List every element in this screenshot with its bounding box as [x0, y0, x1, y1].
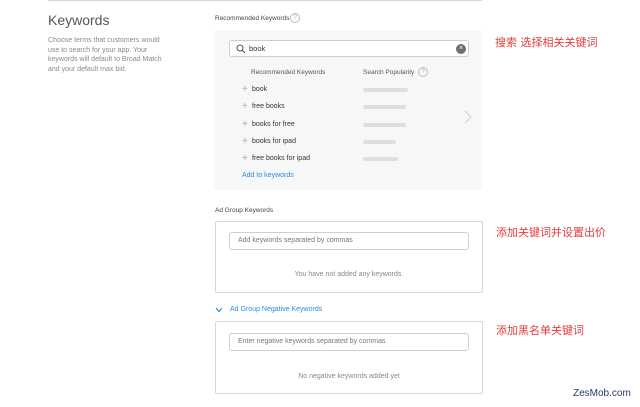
ad-group-keywords-placeholder: Add keywords separated by commas: [238, 237, 353, 244]
add-keyword-icon[interactable]: +: [242, 102, 248, 112]
negative-keywords-panel: [215, 321, 483, 394]
add-keyword-icon[interactable]: +: [242, 154, 248, 164]
popularity-bar: [363, 139, 396, 144]
keywords-section-description: Choose terms that customers would use to…: [48, 37, 162, 73]
annotation-negative-keywords: 添加黑名单关键词: [496, 324, 584, 337]
column-header-popularity: Search Popularity: [363, 69, 415, 76]
chevron-down-icon[interactable]: [215, 307, 223, 313]
keyword-text: free books for ipad: [252, 155, 310, 163]
keyword-text: books for free: [252, 120, 295, 128]
keyword-row[interactable]: + books for ipad: [242, 136, 442, 151]
negative-keywords-placeholder: Enter negative keywords separated by com…: [238, 338, 386, 345]
add-to-keywords-link[interactable]: Add to keywords: [242, 172, 294, 179]
keyword-row[interactable]: + books for free: [242, 119, 442, 134]
add-keyword-icon[interactable]: +: [242, 119, 248, 130]
negative-keywords-toggle[interactable]: Ad Group Negative Keywords: [230, 306, 322, 313]
help-icon[interactable]: ?: [290, 13, 300, 23]
keyword-row[interactable]: + free books: [242, 102, 442, 116]
keyword-row[interactable]: + free books for ipad: [242, 154, 442, 168]
search-icon: [236, 44, 246, 54]
popularity-bar: [363, 105, 406, 110]
keyword-row[interactable]: + book: [242, 85, 442, 99]
column-header-keywords: Recommended Keywords: [251, 69, 326, 76]
annotation-add-keywords: 添加关键词并设置出价: [496, 226, 606, 239]
clear-search-icon[interactable]: ×: [456, 44, 466, 54]
top-divider: [48, 0, 482, 1]
ad-group-keywords-label: Ad Group Keywords: [215, 207, 274, 214]
keyword-text: books for ipad: [252, 137, 296, 145]
add-keyword-icon[interactable]: +: [242, 136, 248, 147]
no-negative-keywords-message: No negative keywords added yet: [298, 373, 400, 380]
no-keywords-message: You have not added any keywords.: [294, 271, 404, 278]
add-keyword-icon[interactable]: +: [242, 85, 248, 95]
popularity-bar: [363, 88, 408, 92]
keyword-text: book: [252, 86, 268, 93]
chevron-right-icon[interactable]: [464, 110, 472, 124]
search-value: book: [249, 44, 266, 53]
popularity-bar: [363, 122, 406, 127]
keyword-search-input[interactable]: book ×: [229, 40, 469, 57]
popularity-help-icon[interactable]: ?: [418, 67, 428, 77]
watermark: ZesMob.com: [573, 388, 631, 399]
popularity-bar: [363, 157, 398, 162]
recommended-keywords-label: Recommended Keywords: [215, 15, 290, 22]
keywords-section-title: Keywords: [48, 12, 110, 28]
annotation-search: 搜索 选择相关关键词: [495, 36, 598, 49]
ad-group-keywords-input[interactable]: Add keywords separated by commas: [229, 232, 469, 250]
negative-keywords-input[interactable]: Enter negative keywords separated by com…: [229, 333, 469, 351]
keyword-text: free books: [252, 103, 285, 111]
